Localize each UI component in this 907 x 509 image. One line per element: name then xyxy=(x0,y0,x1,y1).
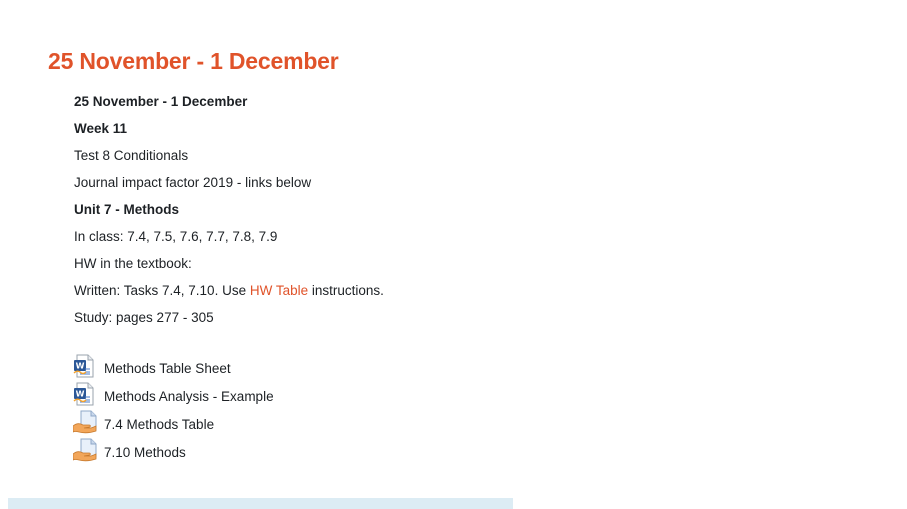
word-document-icon: W xyxy=(73,382,97,406)
activity-label[interactable]: Methods Analysis - Example xyxy=(104,389,274,404)
summary-journal: Journal impact factor 2019 - links below xyxy=(74,175,312,190)
activity-label[interactable]: Methods Table Sheet xyxy=(104,361,231,376)
summary-study: Study: pages 277 - 305 xyxy=(74,310,214,325)
summary-in-class: In class: 7.4, 7.5, 7.6, 7.7, 7.8, 7.9 xyxy=(74,229,278,244)
summary-dates: 25 November - 1 December xyxy=(74,94,248,109)
summary-written: Written: Tasks 7.4, 7.10. Use HW Table i… xyxy=(74,282,384,300)
word-document-icon: W xyxy=(73,354,97,378)
course-section: 25 November - 1 December 25 November - 1… xyxy=(0,0,907,509)
summary-hw-heading: HW in the textbook: xyxy=(74,256,192,271)
summary-written-prefix: Written: Tasks 7.4, 7.10. Use xyxy=(74,283,250,298)
assignment-icon xyxy=(72,438,97,462)
activity-label[interactable]: 7.10 Methods xyxy=(104,445,186,460)
activity-label[interactable]: 7.4 Methods Table xyxy=(104,417,214,432)
next-section-header xyxy=(8,498,513,509)
svg-text:W: W xyxy=(76,390,85,399)
activity-list: W Methods Table Sheet W Methods Analysis… xyxy=(72,352,274,464)
summary-week: Week 11 xyxy=(74,121,128,136)
activity-7-10-methods[interactable]: 7.10 Methods xyxy=(72,436,274,464)
section-summary: 25 November - 1 December Week 11 Test 8 … xyxy=(74,93,384,336)
activity-7-4-methods-table[interactable]: 7.4 Methods Table xyxy=(72,408,274,436)
section-title[interactable]: 25 November - 1 December xyxy=(48,48,339,75)
assignment-icon xyxy=(72,410,97,434)
hw-table-link[interactable]: HW Table xyxy=(250,283,308,298)
summary-unit: Unit 7 - Methods xyxy=(74,202,179,217)
summary-test: Test 8 Conditionals xyxy=(74,148,189,163)
activity-methods-analysis-example[interactable]: W Methods Analysis - Example xyxy=(73,380,274,408)
activity-methods-table-sheet[interactable]: W Methods Table Sheet xyxy=(73,352,274,380)
svg-text:W: W xyxy=(76,362,85,371)
summary-written-suffix: instructions. xyxy=(308,283,384,298)
